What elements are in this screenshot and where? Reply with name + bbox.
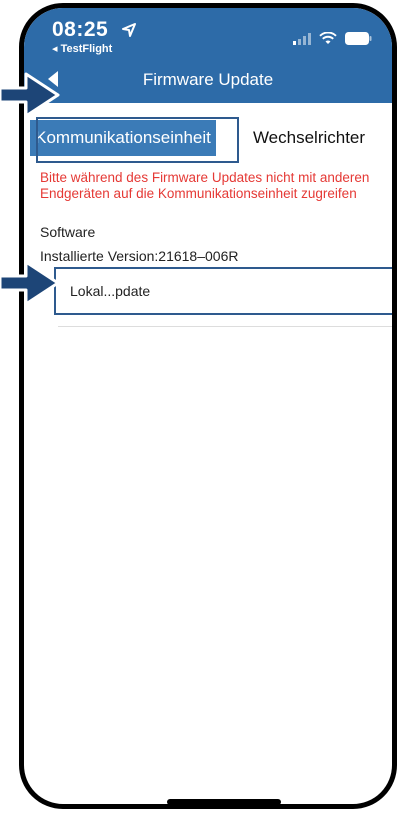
warning-line-1: Bitte während des Firmware Updates nicht… [40, 170, 370, 185]
phone-frame: 08:25 ◂ TestFlight Firmware Update Kommu… [19, 3, 397, 809]
wifi-icon [319, 32, 337, 44]
tab-highlight-box [36, 117, 239, 163]
status-time: 08:25 [52, 18, 109, 41]
page-title: Firmware Update [142, 70, 274, 89]
update-warning: Bitte während des Firmware Updates nicht… [40, 170, 390, 202]
callout-arrow-icon [0, 260, 60, 306]
header-bar: 08:25 ◂ TestFlight Firmware Update [24, 8, 392, 103]
warning-line-2: Endgeräten auf die Kommunikationseinheit… [40, 186, 357, 201]
callout-arrow-icon [0, 72, 60, 118]
home-indicator[interactable] [167, 799, 281, 804]
local-update-label: Lokal...pdate [70, 283, 151, 299]
installed-version-label: Installierte Version:21618–006R [40, 248, 239, 264]
back-to-app-link[interactable]: ◂ TestFlight [52, 42, 112, 55]
local-update-option[interactable]: Lokal...pdate [54, 267, 392, 315]
tab-wechselrichter[interactable]: Wechselrichter [229, 120, 389, 156]
battery-icon [345, 32, 372, 45]
divider [58, 326, 392, 327]
status-icons [293, 32, 372, 45]
location-arrow-icon [122, 23, 136, 37]
signal-icon [293, 32, 311, 45]
software-section-label: Software [40, 224, 96, 240]
